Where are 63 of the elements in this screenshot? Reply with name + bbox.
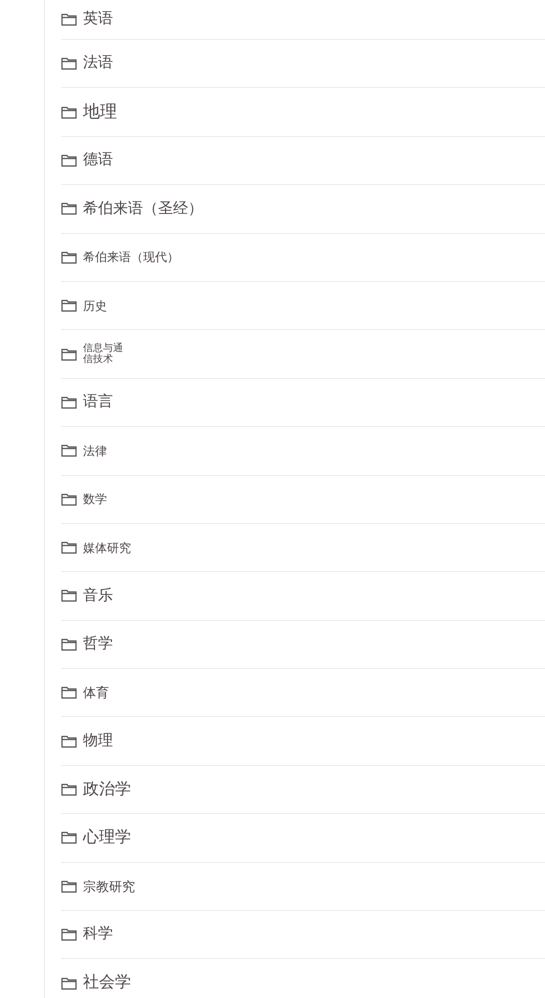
folder-item[interactable]: 音乐 xyxy=(61,572,545,621)
folder-item[interactable]: 政治学 xyxy=(61,766,545,814)
folder-name: 法律 xyxy=(83,442,107,460)
folder-name: 法语 xyxy=(83,53,113,74)
folder-item[interactable]: 物理 xyxy=(61,717,545,766)
folder-name: 物理 xyxy=(83,730,113,751)
folder-item[interactable]: 信息与通信技术 xyxy=(61,330,545,379)
folder-name: 宗教研究 xyxy=(83,878,135,896)
folder-icon xyxy=(61,396,77,409)
folder-item[interactable]: 宗教研究 xyxy=(61,862,545,912)
folder-name: 哲学 xyxy=(83,634,113,654)
folder-item[interactable]: 科学 xyxy=(61,911,545,960)
folder-item[interactable]: 法律 xyxy=(61,427,545,476)
folder-icon xyxy=(61,783,77,796)
folder-icon xyxy=(61,348,77,361)
folder-name: 英语 xyxy=(83,9,113,30)
folder-icon xyxy=(61,57,77,70)
folder-item[interactable]: 希伯来语（圣经） xyxy=(61,185,545,234)
folder-icon xyxy=(61,492,77,506)
folder-name: 社会学 xyxy=(83,972,131,994)
folder-item[interactable]: 希伯来语（现代） xyxy=(61,234,545,282)
folder-icon xyxy=(61,589,77,602)
folder-name: 希伯来语（圣经） xyxy=(83,198,203,219)
folder-icon xyxy=(61,154,77,167)
folder-name: 历史 xyxy=(83,298,107,315)
folder-icon xyxy=(61,734,77,748)
folder-item[interactable]: 数学 xyxy=(61,476,545,524)
folder-icon xyxy=(61,106,77,119)
folder-name: 政治学 xyxy=(83,780,131,800)
folder-icon xyxy=(61,928,77,942)
folder-name: 音乐 xyxy=(83,586,113,606)
folder-item[interactable]: 地理 xyxy=(61,88,545,137)
folder-icon xyxy=(61,202,77,216)
folder-name: 媒体研究 xyxy=(83,540,131,557)
folder-icon xyxy=(61,638,77,651)
folder-name: 体育 xyxy=(83,684,109,702)
folder-icon xyxy=(61,250,77,264)
folder-icon xyxy=(61,299,77,312)
folder-name: 希伯来语（现代） xyxy=(83,249,179,266)
folder-icon xyxy=(61,880,77,893)
folder-icon xyxy=(61,976,77,990)
folder-name: 数学 xyxy=(83,491,107,508)
folder-icon xyxy=(61,13,77,26)
folder-icon xyxy=(61,444,77,458)
folder-name: 心理学 xyxy=(83,828,131,848)
folder-item[interactable]: 社会学 xyxy=(61,959,545,998)
folder-icon xyxy=(61,831,77,844)
folder-item[interactable]: 语言 xyxy=(61,378,545,428)
folder-item[interactable]: 历史 xyxy=(61,282,545,330)
folder-item[interactable]: 德语 xyxy=(61,136,545,186)
folder-icon xyxy=(61,686,77,700)
folder-name: 信息与通信技术 xyxy=(83,343,123,366)
folder-name: 德语 xyxy=(83,150,113,170)
folder-item[interactable]: 法语 xyxy=(61,40,545,88)
folder-item[interactable]: 哲学 xyxy=(61,620,545,670)
folder-item[interactable]: 媒体研究 xyxy=(61,524,545,572)
folder-name: 语言 xyxy=(83,392,113,412)
folder-name: 地理 xyxy=(83,101,117,124)
folder-name: 科学 xyxy=(83,924,113,944)
folder-item[interactable]: 心理学 xyxy=(61,814,545,863)
folder-item[interactable]: 英语 xyxy=(61,0,545,40)
folder-item[interactable]: 体育 xyxy=(61,669,545,718)
folder-icon xyxy=(61,541,77,554)
